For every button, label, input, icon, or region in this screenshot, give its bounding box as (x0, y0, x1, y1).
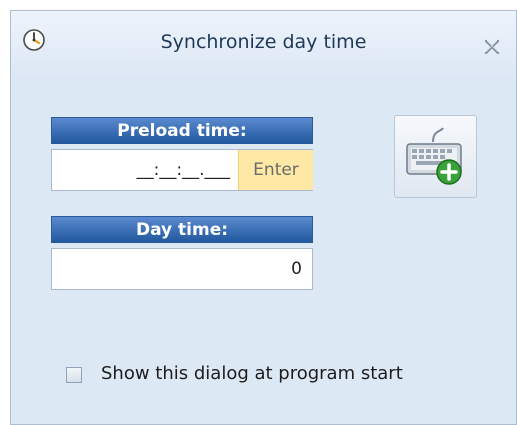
keyboard-add-button[interactable] (394, 115, 477, 198)
clock-icon (22, 28, 46, 52)
preload-time-label: Preload time: (51, 117, 313, 144)
dialog-title: Synchronize day time (160, 31, 367, 53)
day-time-label: Day time: (51, 216, 313, 243)
preload-time-input[interactable]: __:__:__.___ (52, 150, 236, 190)
day-time-input[interactable]: 0 (52, 249, 312, 289)
enter-button[interactable]: Enter (238, 150, 313, 190)
title-bar: Synchronize day time (11, 11, 516, 80)
keyboard-add-icon (406, 127, 462, 185)
sync-daytime-dialog: Synchronize day time Preload time: __:__… (10, 10, 517, 425)
day-time-field: 0 (51, 248, 313, 290)
show-at-start-checkbox[interactable] (66, 367, 82, 383)
show-at-start-label[interactable]: Show this dialog at program start (101, 360, 403, 388)
close-icon[interactable] (482, 37, 502, 57)
preload-time-field: __:__:__.___ Enter (51, 149, 313, 191)
